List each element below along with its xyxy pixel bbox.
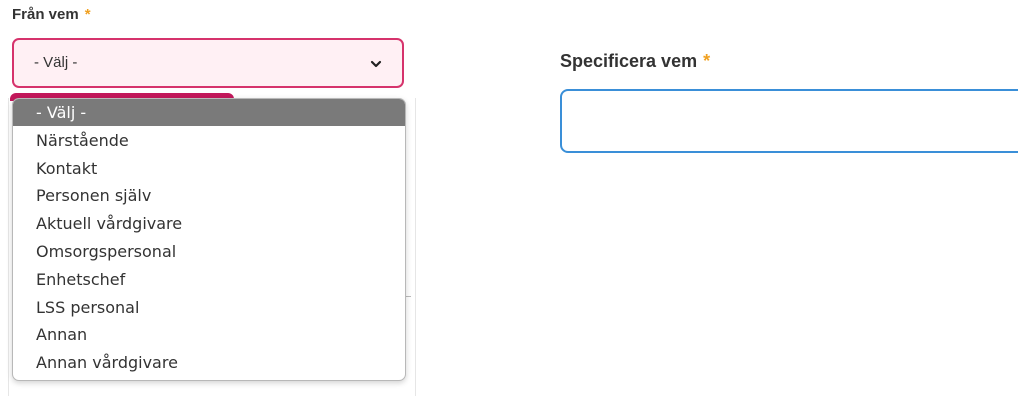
dropdown-option[interactable]: - Välj - (13, 99, 405, 126)
dropdown-option[interactable]: LSS personal (13, 294, 405, 321)
specify-field-label-text: Specificera vem (560, 51, 698, 71)
dropdown-option[interactable]: Aktuell vårdgivare (13, 210, 405, 237)
specify-field-label: Specificera vem * (560, 51, 710, 72)
from-select[interactable]: - Välj - (12, 38, 404, 88)
dropdown-option[interactable]: Kontakt (13, 155, 405, 182)
dropdown-option[interactable]: Annan vårdgivare (13, 349, 405, 376)
specify-input[interactable] (560, 89, 1018, 153)
from-field-label-text: Från vem (12, 6, 79, 23)
dropdown-option[interactable]: Närstående (13, 127, 405, 154)
dropdown-option[interactable]: Annan (13, 321, 405, 348)
required-marker: * (84, 6, 91, 23)
chevron-down-icon (370, 60, 382, 68)
dropdown-option[interactable]: Omsorgspersonal (13, 238, 405, 265)
required-marker: * (703, 51, 711, 71)
from-select-dropdown: - Välj - Närstående Kontakt Personen själv A… (12, 98, 406, 381)
dropdown-option[interactable]: Personen själv (13, 182, 405, 209)
from-field-label: Från vem * (12, 6, 91, 23)
dropdown-option[interactable]: Enhetschef (13, 266, 405, 293)
from-select-value: - Välj - (34, 54, 78, 71)
